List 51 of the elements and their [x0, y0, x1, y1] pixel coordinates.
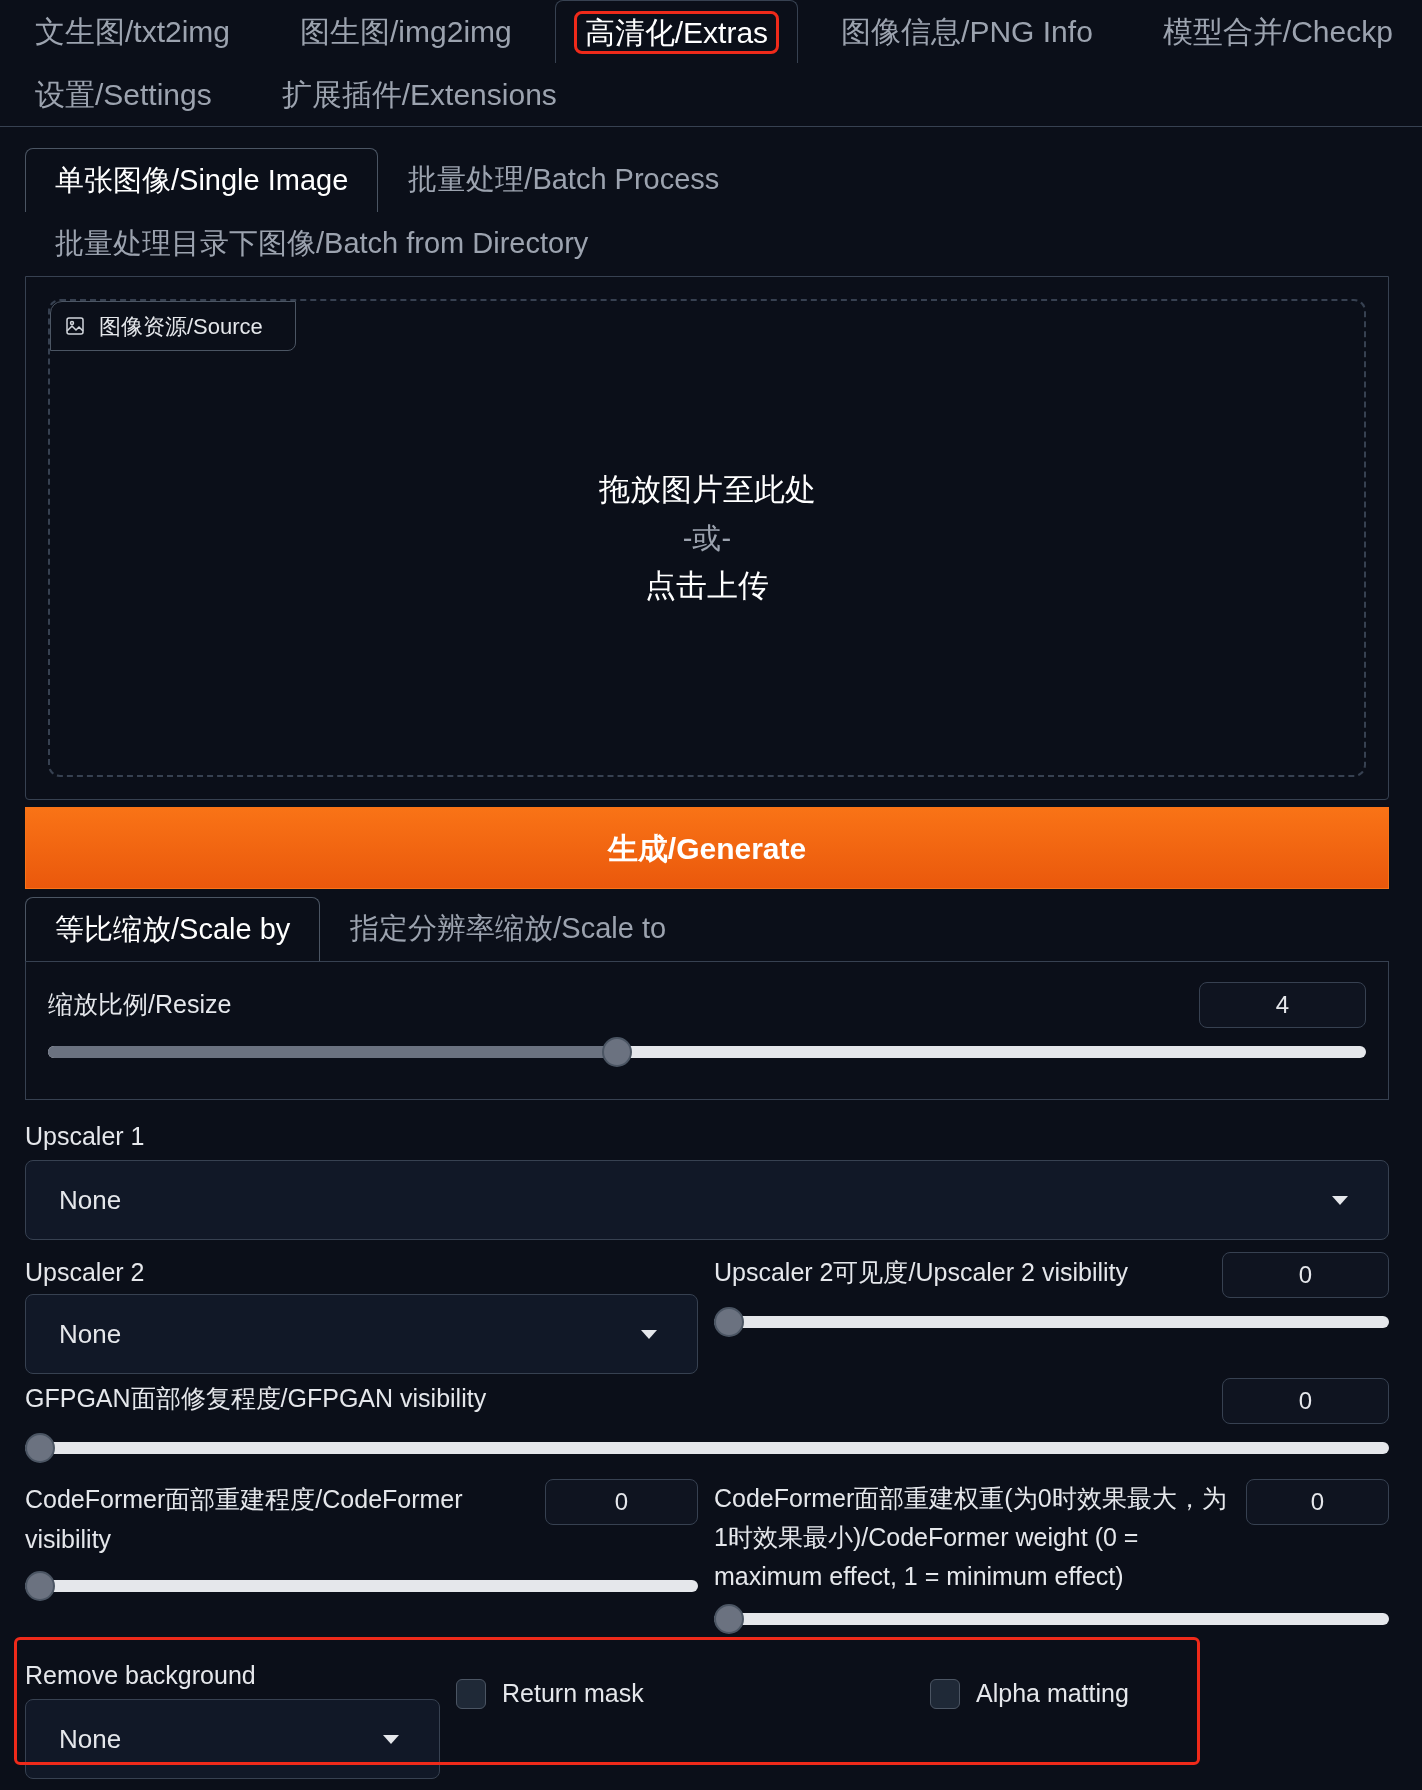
slider[interactable] — [25, 1571, 698, 1601]
upload-text: 点击上传 — [645, 567, 769, 605]
number-field[interactable]: 0 — [1222, 1378, 1389, 1424]
image-icon — [65, 316, 85, 336]
number-field[interactable]: 0 — [1222, 1252, 1389, 1298]
checkbox[interactable] — [930, 1679, 960, 1709]
field-label: Upscaler 2可见度/Upscaler 2 visibility — [714, 1257, 1128, 1288]
dropdown[interactable]: None — [25, 1699, 440, 1779]
nav-tab[interactable]: 图生图/img2img — [273, 0, 539, 63]
slider-thumb[interactable] — [25, 1571, 55, 1601]
number-field[interactable]: 0 — [1246, 1479, 1389, 1525]
field-label: Remove background — [25, 1660, 257, 1691]
caret-icon — [1332, 1195, 1348, 1205]
slider-thumb[interactable] — [714, 1307, 744, 1337]
slider-thumb[interactable] — [25, 1433, 55, 1463]
or-text: -或- — [682, 521, 732, 556]
checkbox-label: Return mask — [502, 1678, 644, 1710]
number-field[interactable]: 4 — [1199, 982, 1366, 1028]
slider-thumb[interactable] — [601, 1037, 632, 1067]
nav-tab[interactable]: 图像信息/PNG Info — [814, 0, 1120, 63]
nav-tab[interactable]: 模型合并/Checkp — [1135, 0, 1420, 63]
nav-tab[interactable]: 扩展插件/Extensions — [254, 63, 584, 126]
dropdown[interactable]: None — [25, 1160, 1389, 1240]
number-field[interactable]: 0 — [545, 1479, 698, 1525]
slider[interactable] — [714, 1604, 1389, 1634]
drop-text: 拖放图片至此处 — [598, 471, 816, 509]
slider[interactable] — [714, 1307, 1389, 1337]
nav-tab[interactable]: 高清化/Extras — [554, 0, 799, 63]
sub-tab[interactable]: 批量处理目录下图像/Batch from Directory — [25, 212, 619, 276]
field-label: CodeFormer面部重建程度/CodeFormer visibility — [25, 1484, 464, 1555]
upload-dropzone[interactable]: 图像资源/Source 拖放图片至此处 -或- 点击上传 — [48, 299, 1366, 777]
field-label: Upscaler 1 — [25, 1121, 146, 1152]
slider[interactable] — [48, 1037, 1366, 1067]
nav-tab[interactable]: 文生图/txt2img — [8, 0, 258, 63]
slider[interactable] — [25, 1433, 1389, 1463]
checkbox-label: Alpha matting — [976, 1678, 1129, 1710]
field-label: GFPGAN面部修复程度/GFPGAN visibility — [25, 1383, 487, 1414]
checkbox[interactable] — [456, 1679, 486, 1709]
field-label: 缩放比例/Resize — [48, 989, 232, 1021]
field-label: CodeFormer面部重建权重(为0时效果最大，为1时效果最小)/CodeFormer weight (0 = maximum effect, 1 = minimum effect) — [714, 1483, 1228, 1592]
caret-icon — [641, 1329, 657, 1339]
nav-tab[interactable]: 设置/Settings — [8, 63, 239, 126]
field-label: Upscaler 2 — [25, 1257, 146, 1288]
caret-icon — [383, 1734, 399, 1744]
sub-tab[interactable]: 单张图像/Single Image — [25, 148, 379, 212]
sub-tab[interactable]: 批量处理/Batch Process — [378, 148, 750, 212]
scale-tab[interactable]: 等比缩放/Scale by — [25, 897, 321, 961]
scale-tab[interactable]: 指定分辨率缩放/Scale to — [320, 897, 697, 961]
slider-thumb[interactable] — [714, 1604, 744, 1634]
dropdown[interactable]: None — [25, 1294, 698, 1374]
source-label-text: 图像资源/Source — [99, 312, 263, 341]
